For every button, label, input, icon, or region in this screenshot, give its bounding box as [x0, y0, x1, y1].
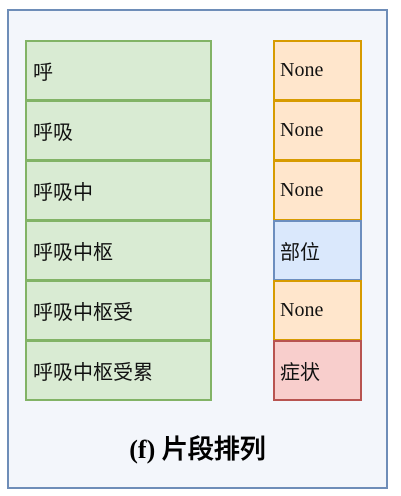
- caption-label: (f): [129, 435, 156, 464]
- segment-cell: 呼: [25, 40, 212, 101]
- tag-cell-none: None: [273, 40, 362, 101]
- segment-cell: 呼吸中枢受累: [25, 340, 212, 401]
- segment-cell: 呼吸: [25, 100, 212, 161]
- segment-cell: 呼吸中枢: [25, 220, 212, 281]
- figure-caption: (f) 片段排列: [9, 429, 386, 466]
- segment-cell: 呼吸中枢受: [25, 280, 212, 341]
- caption-text: 片段排列: [161, 435, 266, 465]
- tag-cell-none: None: [273, 160, 362, 221]
- figure-panel: 呼 None 呼吸 None 呼吸中 None 呼吸中枢 部位 呼吸中枢受 None 呼吸中枢受累症…: [7, 9, 388, 489]
- tag-cell-location: 部位: [273, 220, 362, 281]
- tag-cell-symptom: 症状: [273, 340, 362, 401]
- tag-cell-none: None: [273, 280, 362, 341]
- segment-cell: 呼吸中: [25, 160, 212, 221]
- tag-cell-none: None: [273, 100, 362, 161]
